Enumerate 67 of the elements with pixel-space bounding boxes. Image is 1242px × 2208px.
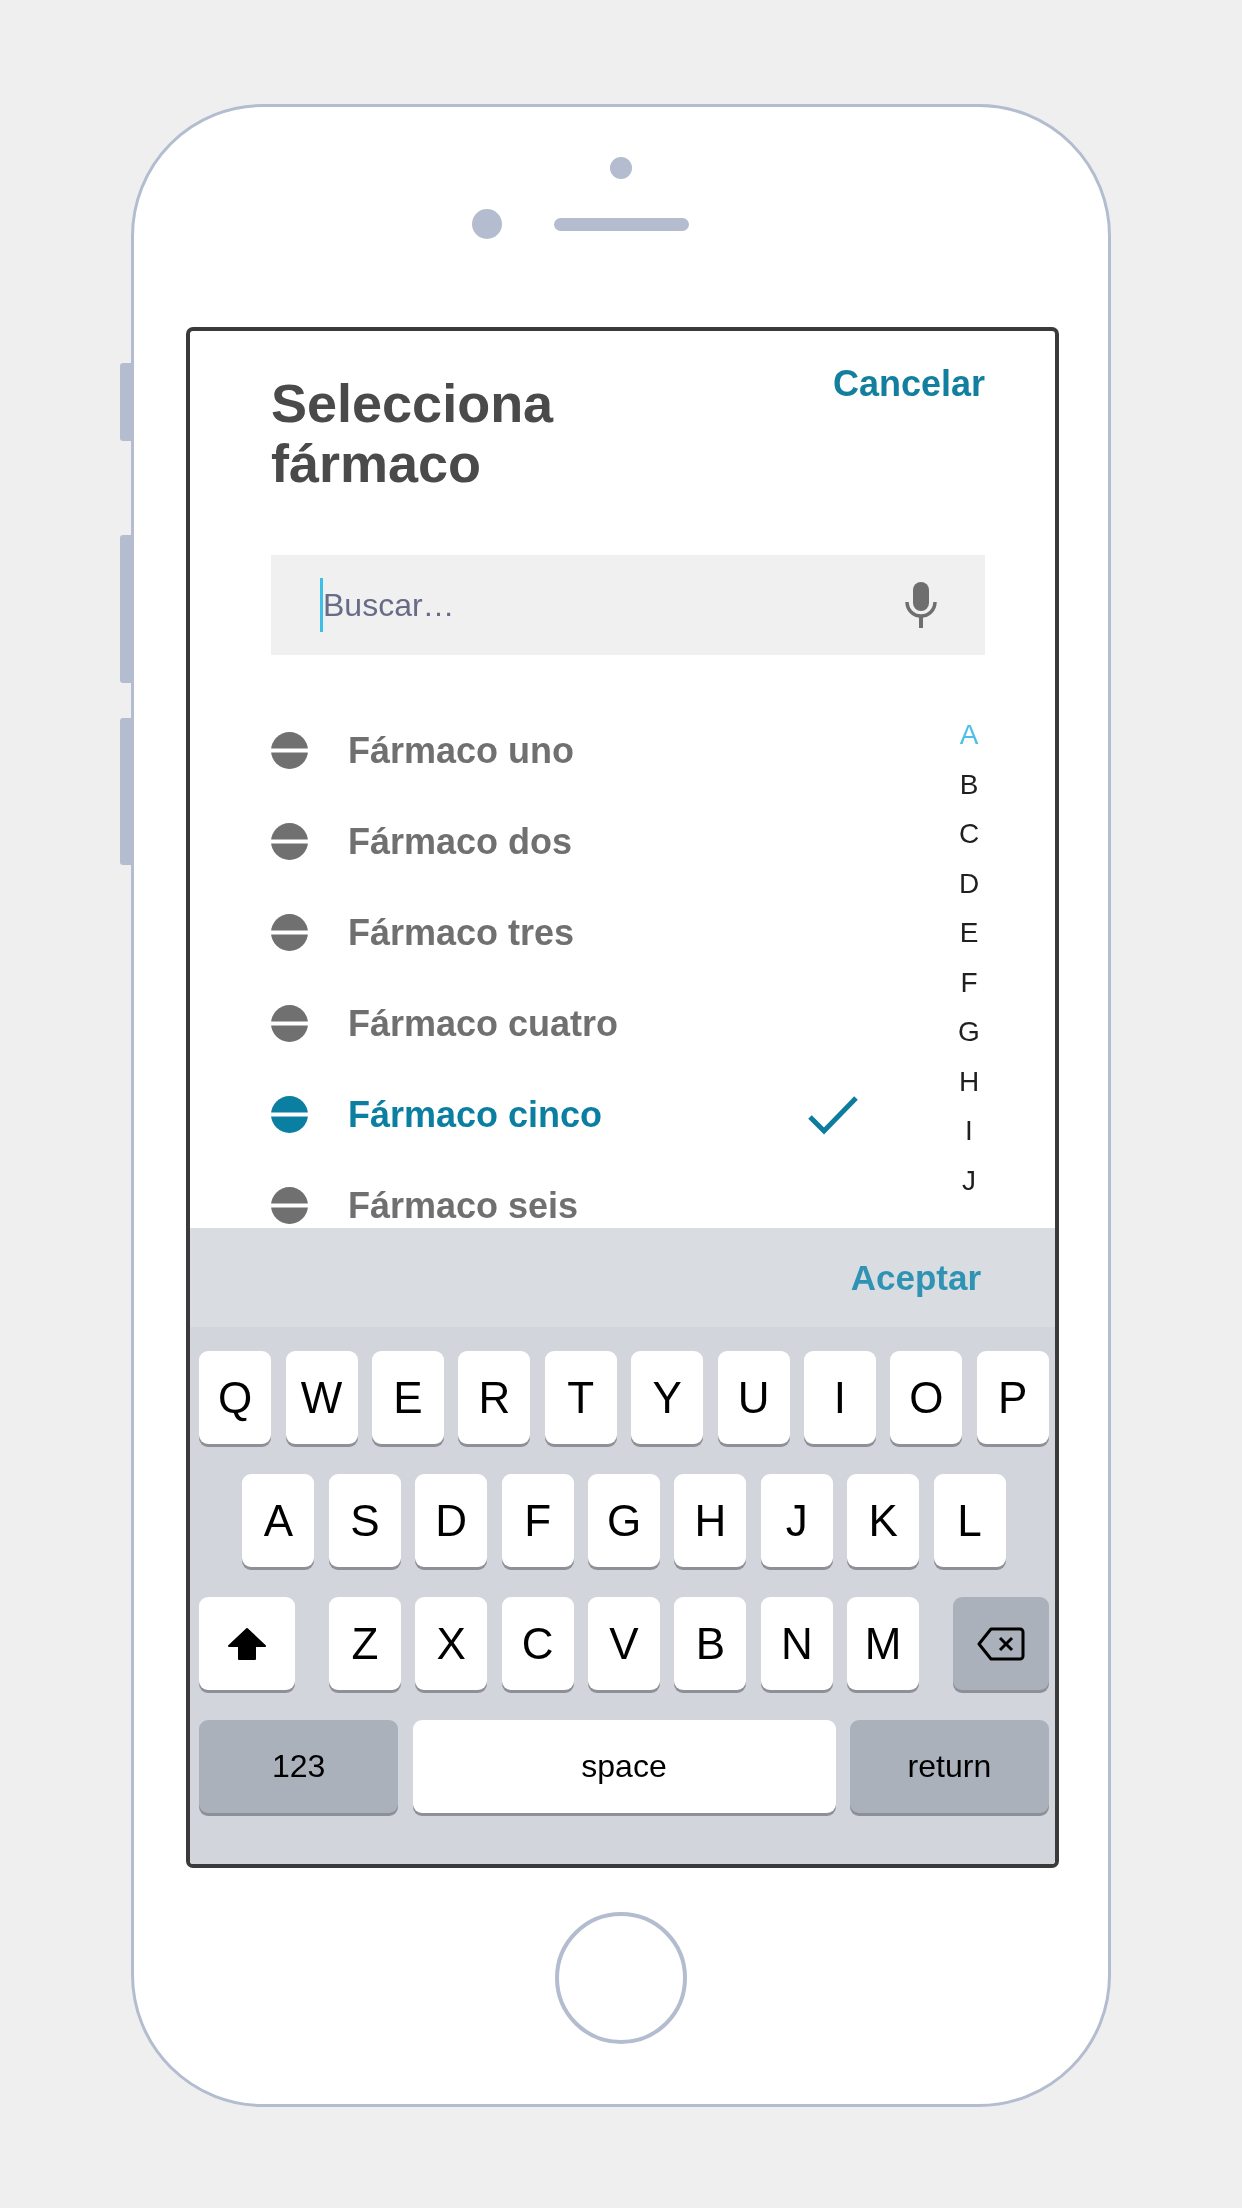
keyboard-key[interactable]: S (328, 1474, 401, 1567)
return-key[interactable]: return (849, 1720, 1049, 1813)
index-letter[interactable]: I (965, 1106, 973, 1156)
cancel-button[interactable]: Cancelar (832, 362, 985, 405)
pill-icon (271, 823, 308, 860)
checkmark-icon (808, 1094, 858, 1135)
index-letter[interactable]: H (958, 1056, 980, 1106)
keyboard-key[interactable]: M (847, 1597, 920, 1690)
index-letter[interactable]: J (962, 1155, 976, 1205)
shift-key[interactable] (199, 1597, 296, 1690)
index-letter[interactable]: C (958, 809, 980, 859)
index-letter[interactable]: E (959, 908, 979, 958)
keyboard-key[interactable]: Y (631, 1351, 704, 1444)
keyboard-key[interactable]: J (760, 1474, 833, 1567)
pill-icon (271, 1187, 308, 1224)
keyboard-key[interactable]: B (674, 1597, 747, 1690)
keyboard-key[interactable]: R (458, 1351, 531, 1444)
keyboard-key[interactable]: A (242, 1474, 315, 1567)
space-key[interactable]: space (412, 1720, 836, 1813)
keyboard-key[interactable]: K (847, 1474, 920, 1567)
keyboard-key[interactable]: F (501, 1474, 574, 1567)
side-button[interactable] (120, 535, 131, 683)
home-button[interactable] (555, 1912, 687, 2044)
keyboard-key[interactable]: N (760, 1597, 833, 1690)
page-title: Selecciona fármaco (271, 373, 555, 493)
index-letter[interactable]: G (958, 1007, 980, 1057)
search-field[interactable]: Buscar… (271, 555, 985, 655)
earpiece-speaker-icon (553, 217, 689, 231)
keyboard-key[interactable]: E (372, 1351, 444, 1444)
index-letter[interactable]: F (960, 957, 978, 1007)
index-letter[interactable]: D (958, 858, 980, 908)
keyboard-key[interactable]: I (803, 1351, 876, 1444)
drug-list-item[interactable]: Fármaco cuatro (271, 978, 858, 1069)
sensor-icon (610, 157, 632, 179)
drug-list-item[interactable]: Fármaco seis (271, 1160, 858, 1228)
numbers-key[interactable]: 123 (199, 1720, 399, 1813)
keyboard-key[interactable]: C (501, 1597, 574, 1690)
keyboard-key[interactable]: O (890, 1351, 963, 1444)
drug-list-item[interactable]: Fármaco uno (271, 705, 858, 796)
keyboard-key[interactable]: T (544, 1351, 617, 1444)
keyboard-key[interactable]: W (285, 1351, 358, 1444)
keyboard-key[interactable]: G (588, 1474, 660, 1567)
keyboard-key[interactable]: U (717, 1351, 790, 1444)
pill-icon (271, 732, 308, 769)
keyboard-key[interactable]: D (415, 1474, 488, 1567)
drug-list-item[interactable]: Fármaco cinco (271, 1069, 858, 1160)
pill-icon (271, 1096, 308, 1133)
microphone-icon[interactable] (904, 582, 938, 628)
side-button[interactable] (120, 363, 131, 441)
keyboard-key[interactable]: L (933, 1474, 1006, 1567)
side-button[interactable] (120, 718, 131, 865)
shift-icon (227, 1626, 268, 1661)
delete-key[interactable] (952, 1597, 1049, 1690)
index-letter[interactable]: B (959, 759, 979, 809)
search-input[interactable]: Buscar… (323, 578, 904, 632)
pill-icon (271, 1005, 308, 1042)
backspace-icon (976, 1626, 1025, 1661)
keyboard-key[interactable]: Z (328, 1597, 401, 1690)
camera-icon (471, 209, 502, 239)
keyboard-key[interactable]: X (415, 1597, 488, 1690)
keyboard-key[interactable]: Q (199, 1351, 272, 1444)
pill-icon (271, 914, 308, 951)
drug-list-item[interactable]: Fármaco tres (271, 887, 858, 978)
keyboard-key[interactable]: P (976, 1351, 1049, 1444)
keyboard-key[interactable]: H (674, 1474, 747, 1567)
drug-list-item[interactable]: Fármaco dos (271, 796, 858, 887)
keyboard-key[interactable]: V (588, 1597, 660, 1690)
